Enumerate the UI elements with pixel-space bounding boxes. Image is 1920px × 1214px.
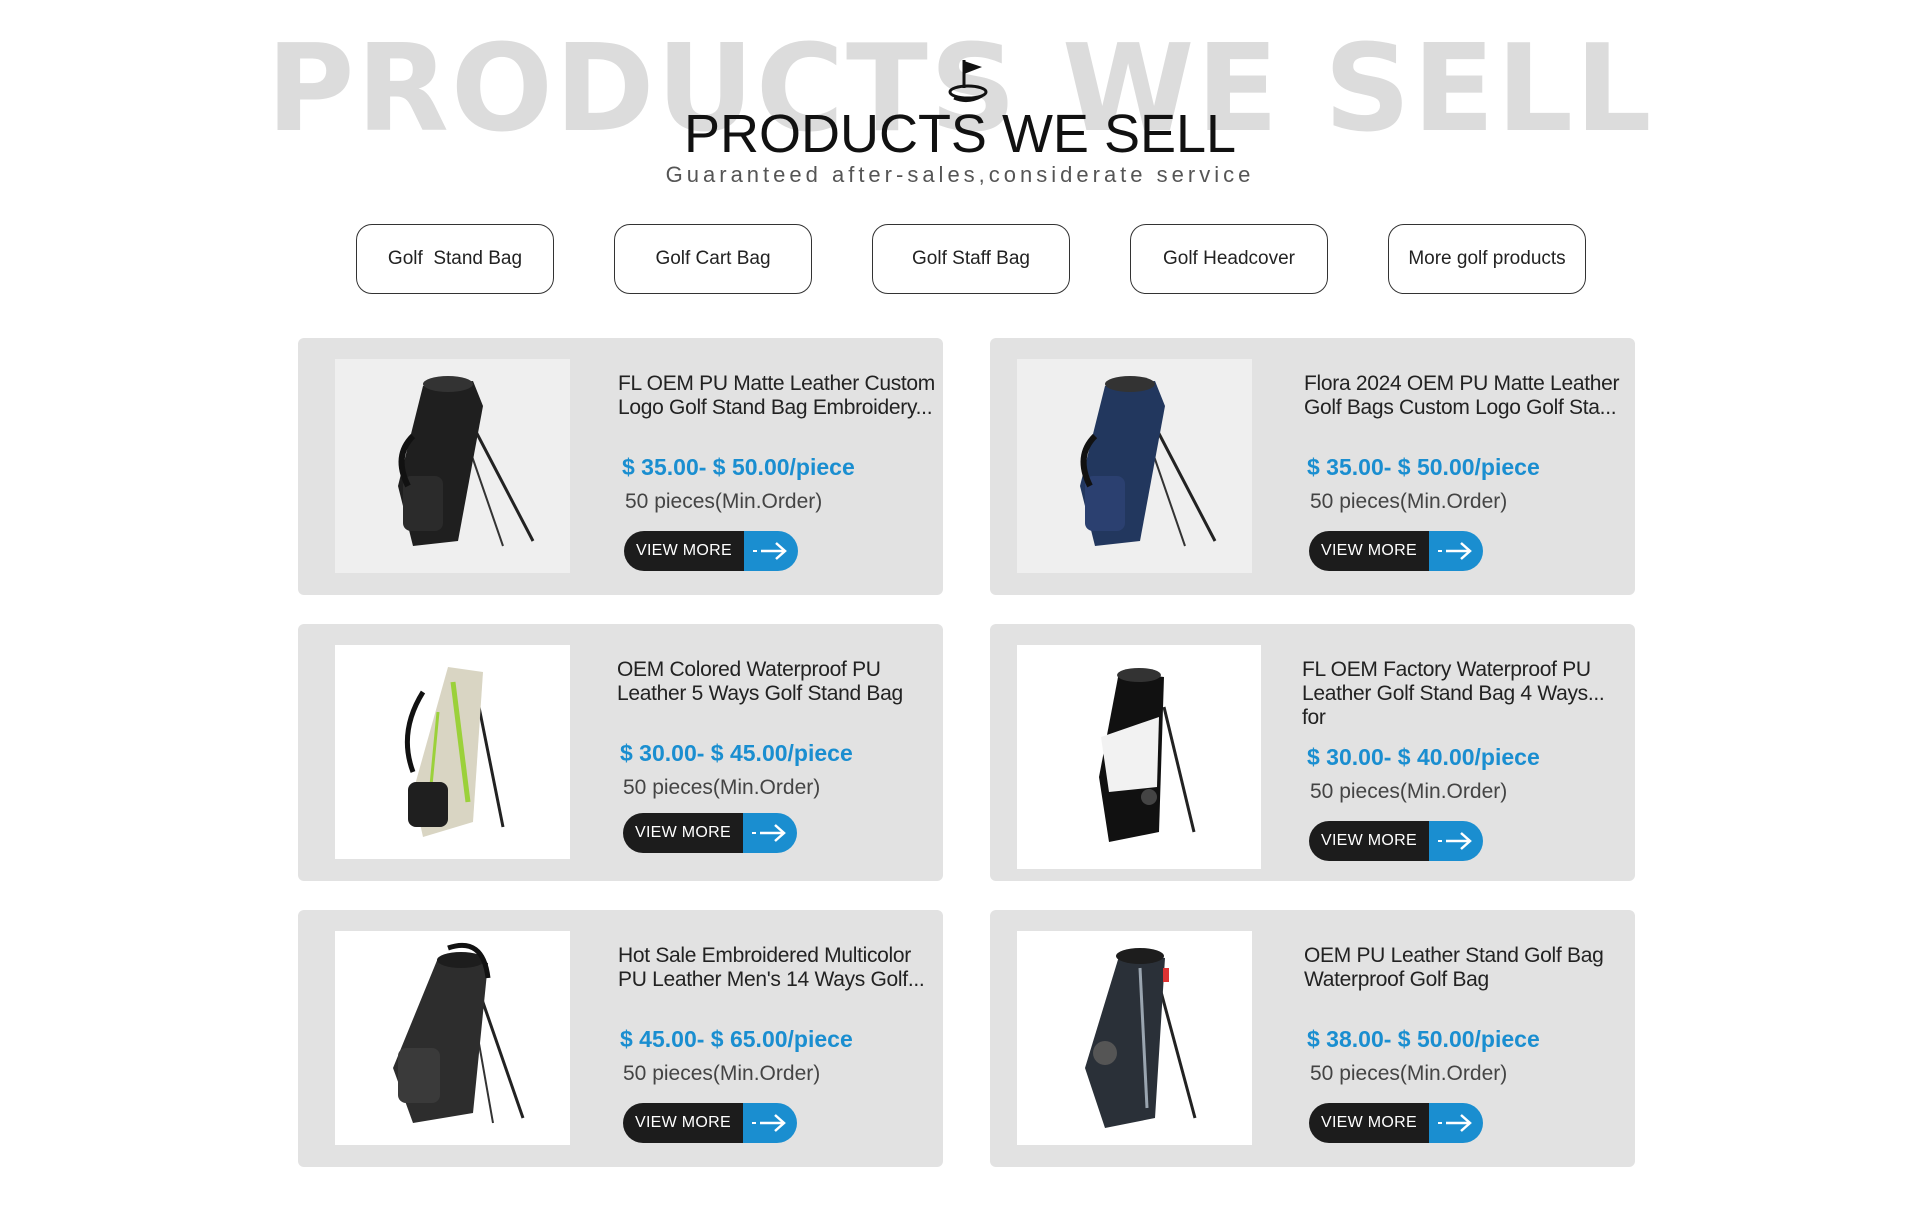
- product-min-order: 50 pieces(Min.Order): [1310, 490, 1508, 513]
- product-title[interactable]: Hot Sale Embroidered Multicolor PU Leath…: [618, 944, 938, 992]
- golf-stand-bag-cream-green-icon: [404, 667, 504, 837]
- view-more-button[interactable]: VIEW MORE: [623, 1103, 797, 1143]
- tab-golf-staff-bag[interactable]: Golf Staff Bag: [872, 224, 1070, 294]
- product-image[interactable]: [335, 359, 570, 573]
- view-more-button[interactable]: VIEW MORE: [624, 531, 798, 571]
- view-more-label: VIEW MORE: [1309, 531, 1429, 571]
- golf-stand-bag-charcoal-icon: [392, 942, 524, 1124]
- product-min-order: 50 pieces(Min.Order): [623, 1062, 821, 1085]
- golf-stand-bag-black-icon: [397, 376, 534, 547]
- view-more-label: VIEW MORE: [623, 813, 743, 853]
- tab-golf-stand-bag[interactable]: Golf Stand Bag: [356, 224, 554, 294]
- arrow-right-icon: [1429, 531, 1483, 571]
- product-min-order: 50 pieces(Min.Order): [1310, 780, 1508, 803]
- golf-flag-icon: [948, 60, 988, 103]
- product-title[interactable]: FL OEM PU Matte Leather Custom Logo Golf…: [618, 372, 938, 420]
- view-more-label: VIEW MORE: [1309, 821, 1429, 861]
- product-image[interactable]: [335, 645, 570, 859]
- product-title[interactable]: FL OEM Factory Waterproof PU Leather Gol…: [1302, 658, 1622, 730]
- arrow-right-icon: [743, 1103, 797, 1143]
- product-card[interactable]: FL OEM Factory Waterproof PU Leather Gol…: [990, 624, 1635, 881]
- golf-stand-bag-black-white-icon: [1099, 668, 1196, 842]
- product-price: $ 30.00- $ 45.00/piece: [620, 740, 853, 766]
- golf-stand-bag-slate-icon: [1084, 948, 1196, 1128]
- view-more-button[interactable]: VIEW MORE: [1309, 821, 1483, 861]
- tab-more-golf-products[interactable]: More golf products: [1388, 224, 1586, 294]
- arrow-right-icon: [743, 813, 797, 853]
- view-more-label: VIEW MORE: [624, 531, 744, 571]
- golf-stand-bag-navy-icon: [1079, 376, 1216, 547]
- product-price: $ 45.00- $ 65.00/piece: [620, 1026, 853, 1052]
- product-title[interactable]: OEM Colored Waterproof PU Leather 5 Ways…: [617, 658, 937, 706]
- page-title: PRODUCTS WE SELL: [683, 104, 1237, 164]
- product-price: $ 35.00- $ 50.00/piece: [622, 454, 855, 480]
- product-min-order: 50 pieces(Min.Order): [625, 490, 823, 513]
- product-card[interactable]: OEM Colored Waterproof PU Leather 5 Ways…: [298, 624, 943, 881]
- product-image[interactable]: [1017, 645, 1261, 869]
- product-card[interactable]: Hot Sale Embroidered Multicolor PU Leath…: [298, 910, 943, 1167]
- product-min-order: 50 pieces(Min.Order): [623, 776, 821, 799]
- arrow-right-icon: [1429, 1103, 1483, 1143]
- view-more-button[interactable]: VIEW MORE: [1309, 531, 1483, 571]
- product-image[interactable]: [1017, 359, 1252, 573]
- arrow-right-icon: [744, 531, 798, 571]
- view-more-button[interactable]: VIEW MORE: [1309, 1103, 1483, 1143]
- page-subtitle: Guaranteed after-sales,considerate servi…: [665, 162, 1255, 187]
- product-price: $ 38.00- $ 50.00/piece: [1307, 1026, 1540, 1052]
- view-more-button[interactable]: VIEW MORE: [623, 813, 797, 853]
- tab-golf-cart-bag[interactable]: Golf Cart Bag: [614, 224, 812, 294]
- section-header: PRODUCTS WE SELL PRODUCTS WE SELL Guaran…: [0, 0, 1920, 200]
- tab-golf-headcover[interactable]: Golf Headcover: [1130, 224, 1328, 294]
- product-title[interactable]: OEM PU Leather Stand Golf Bag Waterproof…: [1304, 944, 1624, 992]
- arrow-right-icon: [1429, 821, 1483, 861]
- category-tabs: Golf Stand Bag Golf Cart Bag Golf Staff …: [0, 224, 1920, 296]
- product-price: $ 35.00- $ 50.00/piece: [1307, 454, 1540, 480]
- product-image[interactable]: [1017, 931, 1252, 1145]
- product-card[interactable]: OEM PU Leather Stand Golf Bag Waterproof…: [990, 910, 1635, 1167]
- product-title[interactable]: Flora 2024 OEM PU Matte Leather Golf Bag…: [1304, 372, 1624, 420]
- product-min-order: 50 pieces(Min.Order): [1310, 1062, 1508, 1085]
- product-image[interactable]: [335, 931, 570, 1145]
- product-card[interactable]: FL OEM PU Matte Leather Custom Logo Golf…: [298, 338, 943, 595]
- view-more-label: VIEW MORE: [623, 1103, 743, 1143]
- view-more-label: VIEW MORE: [1309, 1103, 1429, 1143]
- product-price: $ 30.00- $ 40.00/piece: [1307, 744, 1540, 770]
- product-card[interactable]: Flora 2024 OEM PU Matte Leather Golf Bag…: [990, 338, 1635, 595]
